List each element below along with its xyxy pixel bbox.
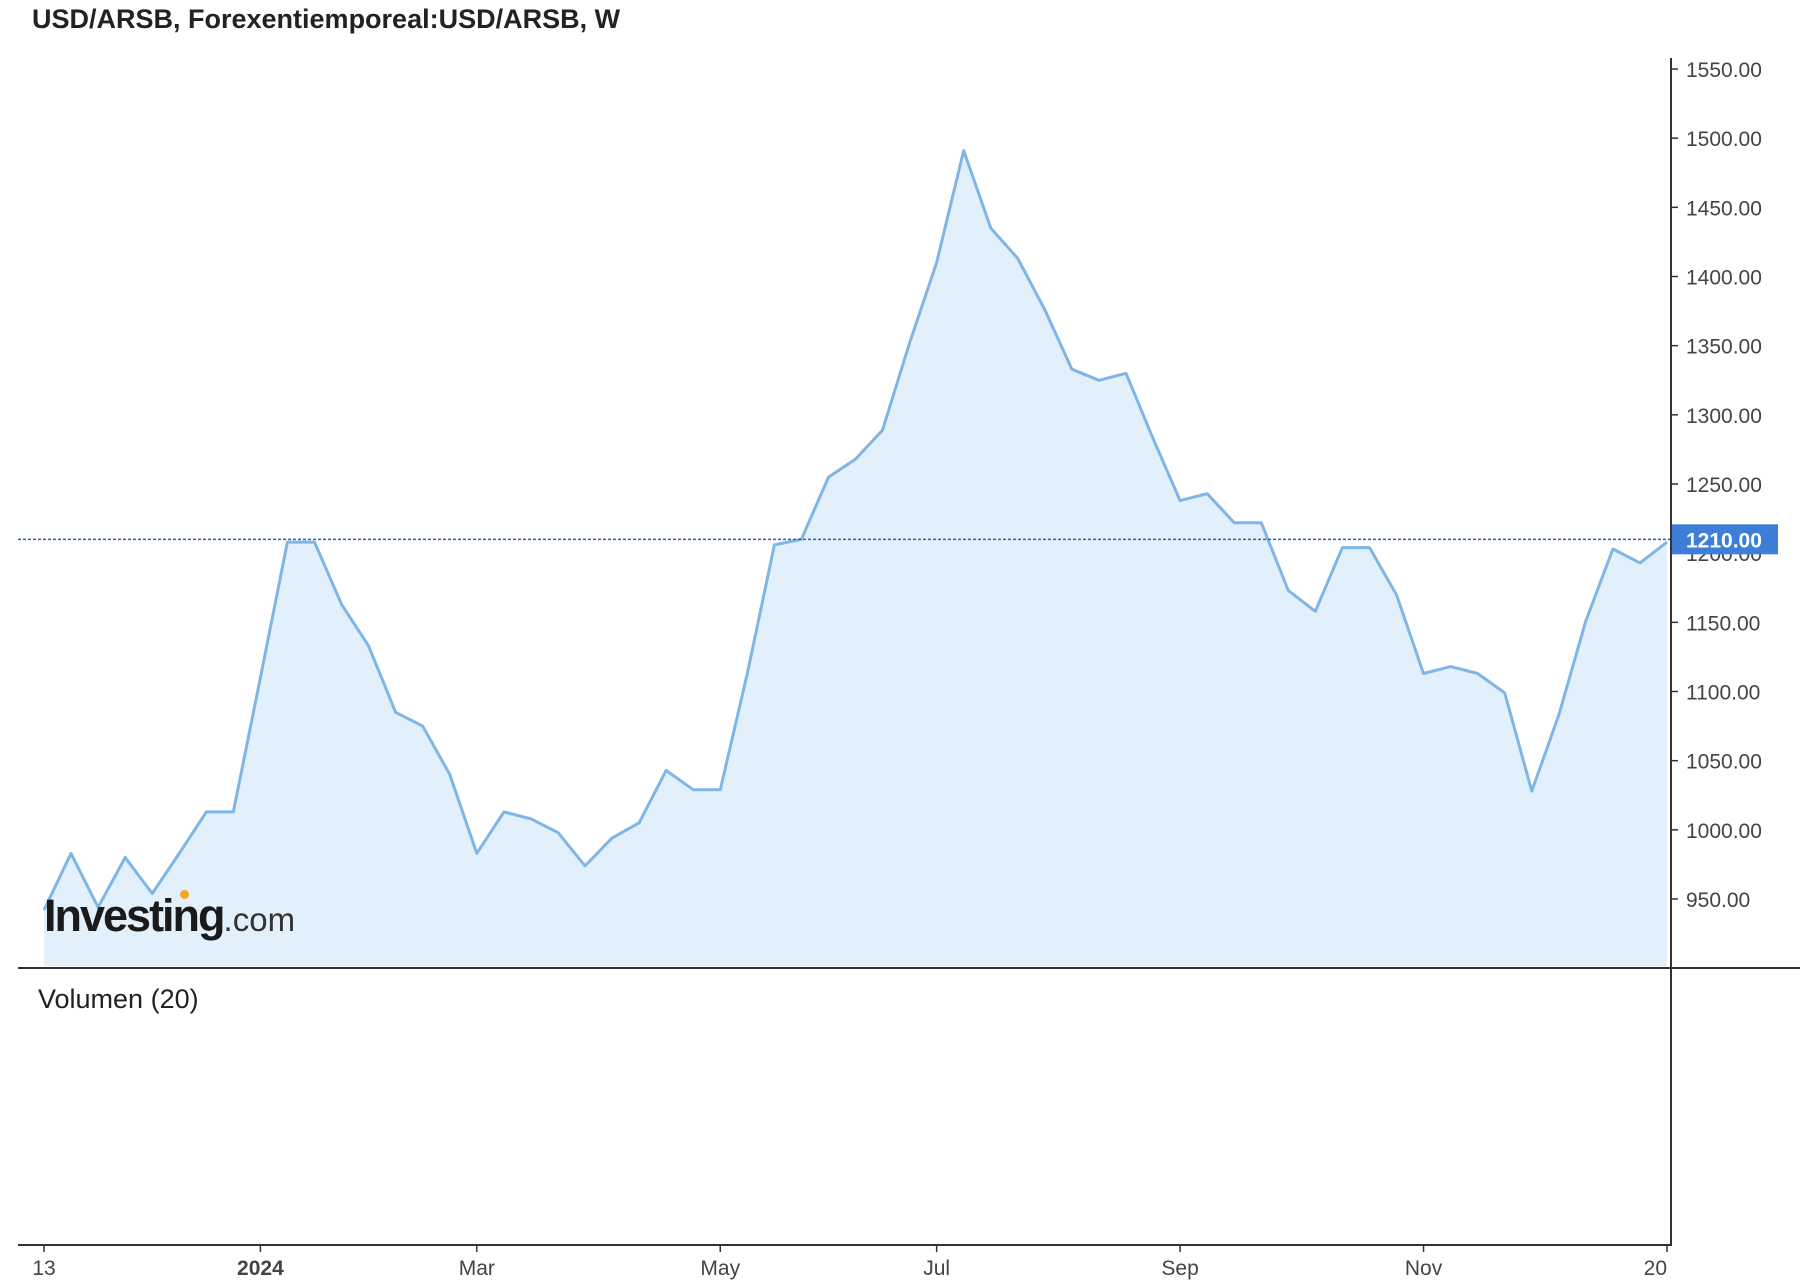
x-tick-label: Mar bbox=[459, 1257, 495, 1280]
x-tick-label: 13 bbox=[32, 1257, 55, 1280]
y-tick-label: 1100.00 bbox=[1686, 682, 1760, 705]
y-axis-ticks: 1550.00 1500.00 1450.00 1400.00 1350.00 1300.… bbox=[1671, 59, 1762, 912]
y-tick-label: 1550.00 bbox=[1686, 59, 1762, 82]
x-tick-label: 2024 bbox=[237, 1257, 284, 1280]
x-tick-label: Sep bbox=[1161, 1257, 1198, 1280]
y-tick-label: 1400.00 bbox=[1686, 267, 1762, 290]
logo-dot-icon bbox=[180, 890, 189, 899]
y-tick-label: 1000.00 bbox=[1686, 820, 1762, 843]
logo-suffix-text: .com bbox=[223, 901, 296, 938]
y-tick-label: 1050.00 bbox=[1686, 751, 1762, 774]
x-tick-label: Jul bbox=[923, 1257, 950, 1280]
investing-logo: Investing.com bbox=[44, 890, 295, 942]
price-chart[interactable]: 1550.00 1500.00 1450.00 1400.00 1350.00 1300.… bbox=[0, 0, 1800, 1283]
price-area-fill bbox=[44, 150, 1667, 967]
x-tick-label: 20 bbox=[1644, 1257, 1667, 1280]
y-tick-label: 1300.00 bbox=[1686, 405, 1762, 428]
y-tick-label: 1500.00 bbox=[1686, 128, 1762, 151]
y-tick-label: 1250.00 bbox=[1686, 474, 1762, 497]
y-tick-label: 1150.00 bbox=[1686, 612, 1760, 635]
x-tick-label: Nov bbox=[1405, 1257, 1443, 1280]
x-tick-label: May bbox=[700, 1257, 740, 1280]
y-tick-label: 1350.00 bbox=[1686, 336, 1762, 359]
y-tick-label: 950.00 bbox=[1686, 889, 1750, 912]
current-price-label: 1210.00 bbox=[1686, 529, 1762, 552]
volume-indicator-label: Volumen (20) bbox=[38, 984, 199, 1014]
x-axis-ticks: 13 2024 Mar May Jul Sep Nov 20 bbox=[32, 1245, 1668, 1280]
y-tick-label: 1450.00 bbox=[1686, 197, 1762, 220]
logo-main-text: Investing bbox=[44, 890, 226, 941]
